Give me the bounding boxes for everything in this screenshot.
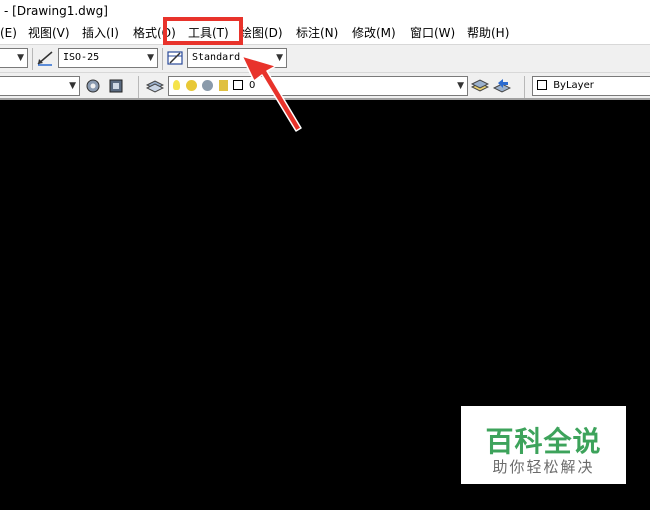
lock-icon bbox=[218, 79, 228, 91]
menu-view[interactable]: 视图(V) bbox=[28, 25, 70, 41]
workspace-dropdown[interactable]: ▼ bbox=[0, 76, 80, 96]
tablestyle-dropdown[interactable]: Standard ▼ bbox=[187, 48, 287, 68]
chevron-down-icon: ▼ bbox=[147, 53, 154, 63]
chevron-down-icon: ▼ bbox=[457, 81, 464, 91]
menu-insert[interactable]: 插入(I) bbox=[82, 25, 119, 41]
layer-properties-icon[interactable] bbox=[146, 77, 164, 95]
textstyle-dropdown[interactable]: ▼ bbox=[0, 48, 28, 68]
layer-previous-icon[interactable] bbox=[493, 77, 511, 95]
window-title: - [Drawing1.dwg] bbox=[4, 4, 108, 18]
menu-bar: (E) 视图(V) 插入(I) 格式(O) 工具(T) 绘图(D) 标注(N) … bbox=[0, 22, 650, 44]
layers-toolbar: ▼ 0 ▼ ByLayer bbox=[0, 72, 650, 100]
freeze-icon bbox=[202, 79, 214, 91]
chevron-down-icon: ▼ bbox=[17, 53, 24, 63]
layer-color-swatch bbox=[232, 80, 243, 90]
styles-toolbar: ▼ ISO-25 ▼ Standard ▼ bbox=[0, 44, 650, 72]
menu-modify[interactable]: 修改(M) bbox=[352, 25, 396, 41]
layer-value: 0 bbox=[248, 80, 256, 91]
chevron-down-icon: ▼ bbox=[69, 81, 76, 91]
workspace-settings-icon[interactable] bbox=[107, 77, 125, 95]
toolbar-separator bbox=[138, 76, 139, 98]
title-bar: - [Drawing1.dwg] bbox=[0, 0, 650, 22]
settings-gear-icon[interactable] bbox=[84, 77, 102, 95]
dimstyle-value: ISO-25 bbox=[63, 52, 100, 63]
table-style-icon[interactable] bbox=[166, 49, 184, 67]
menu-help[interactable]: 帮助(H) bbox=[467, 25, 509, 41]
chevron-down-icon: ▼ bbox=[276, 53, 283, 63]
color-dropdown[interactable]: ByLayer bbox=[532, 76, 650, 96]
lightbulb-icon bbox=[173, 80, 180, 90]
dimension-style-icon[interactable] bbox=[36, 49, 54, 67]
menu-draw[interactable]: 绘图(D) bbox=[240, 25, 283, 41]
annotation-highlight-box bbox=[163, 17, 243, 45]
watermark-logo: 百科全说 助你轻松解决 bbox=[461, 406, 626, 484]
menu-window[interactable]: 窗口(W) bbox=[410, 25, 455, 41]
menu-edit[interactable]: (E) bbox=[0, 25, 17, 41]
toolbar-separator bbox=[32, 48, 33, 70]
sun-icon bbox=[186, 79, 198, 91]
layer-dropdown[interactable]: 0 ▼ bbox=[168, 76, 468, 96]
make-layer-current-icon[interactable] bbox=[471, 77, 489, 95]
dimstyle-dropdown[interactable]: ISO-25 ▼ bbox=[58, 48, 158, 68]
watermark-title: 百科全说 bbox=[485, 425, 602, 458]
toolbar-separator bbox=[162, 48, 163, 70]
tablestyle-value: Standard bbox=[192, 52, 241, 63]
menu-dimension[interactable]: 标注(N) bbox=[296, 25, 338, 41]
color-swatch bbox=[537, 80, 547, 90]
color-value: ByLayer bbox=[553, 80, 594, 91]
toolbar-separator bbox=[524, 76, 525, 98]
watermark-subtitle: 助你轻松解决 bbox=[492, 458, 595, 476]
